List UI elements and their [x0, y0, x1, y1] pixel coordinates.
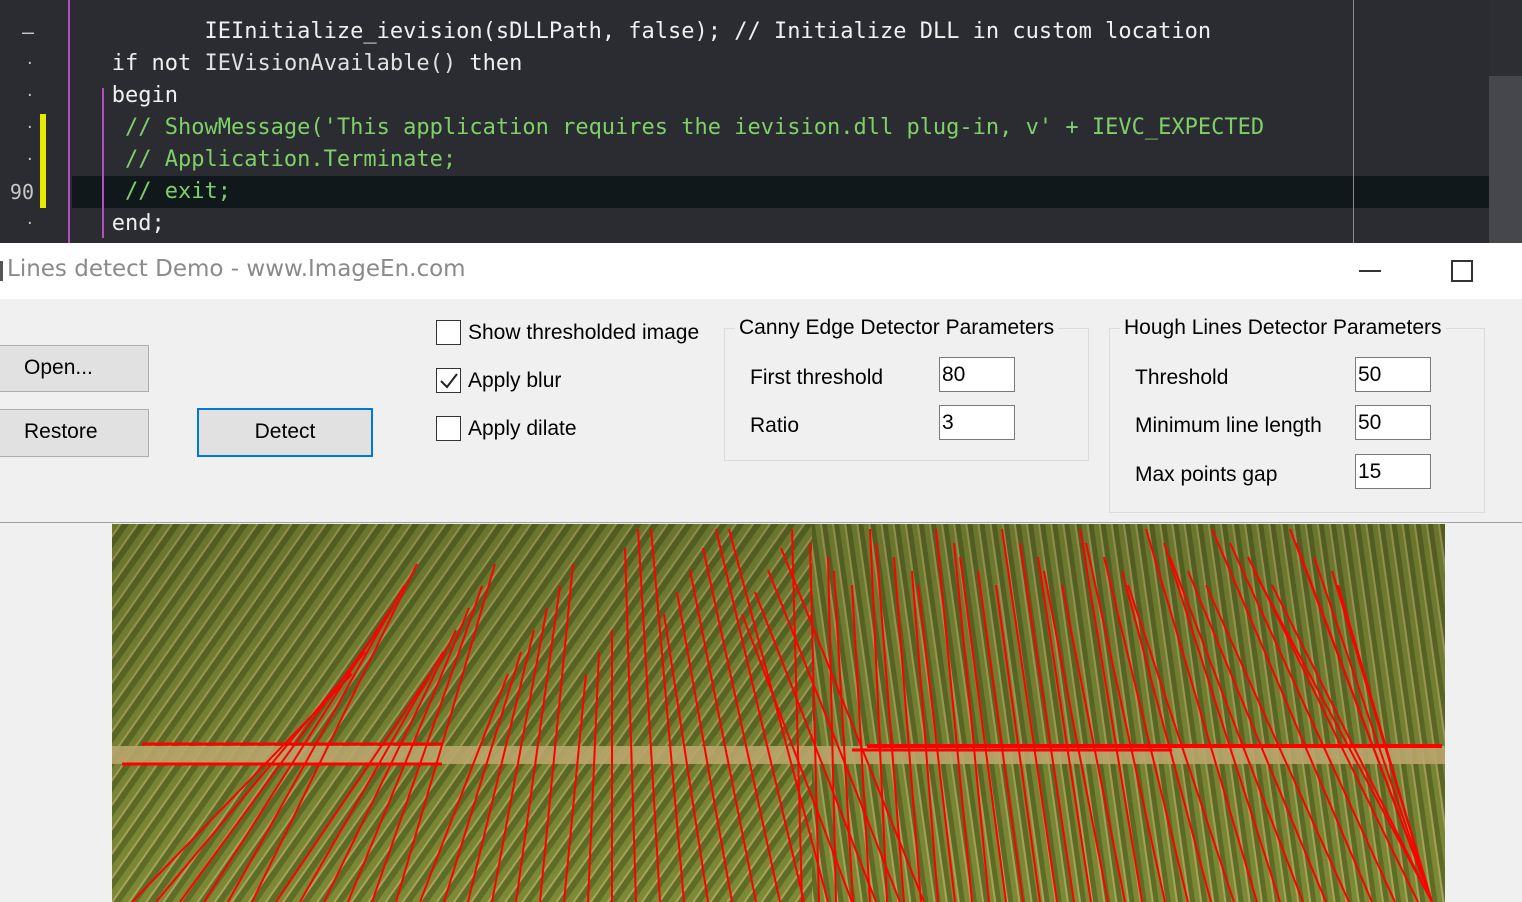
- show-thresholded-checkbox[interactable]: Show thresholded image: [436, 318, 721, 348]
- maximize-button[interactable]: [1438, 249, 1486, 293]
- canny-parameters-group: Canny Edge Detector Parameters First thr…: [724, 315, 1089, 461]
- min-line-length-input[interactable]: 50: [1355, 405, 1431, 440]
- code-comment: // Application.Terminate;: [124, 147, 457, 172]
- modified-lines-marker: [40, 114, 46, 208]
- checkmark-icon: [440, 373, 458, 389]
- code-fold-line: [68, 0, 70, 243]
- keyword-begin: begin: [111, 83, 178, 108]
- threshold-input[interactable]: 50: [1355, 357, 1431, 392]
- checkbox-box[interactable]: [436, 320, 461, 345]
- code-line: IEInitialize_ievision(sDLLPath, false); …: [72, 0, 1490, 44]
- open-button[interactable]: Open...: [0, 345, 149, 392]
- code-line: begin: [72, 80, 1490, 112]
- code-comment: // ShowMessage('This application require…: [124, 115, 1265, 140]
- code-editor[interactable]: – · · · · 90 · IEInitialize_ievision(sDL…: [0, 0, 1522, 243]
- code-line: if not IEVisionAvailable() then: [72, 48, 1490, 80]
- apply-dilate-checkbox[interactable]: Apply dilate: [436, 414, 636, 444]
- gutter-marker: ·: [25, 88, 34, 104]
- title-bar[interactable]: Lines detect Demo - www.ImageEn.com: [0, 243, 1522, 299]
- min-line-length-label: Minimum line length: [1135, 414, 1322, 437]
- gutter-marker: ·: [25, 152, 34, 168]
- function-call: IEVisionAvailable(): [204, 51, 457, 76]
- keyword-end: end;: [111, 211, 165, 236]
- checkbox-label: Apply dilate: [468, 417, 577, 440]
- code-line: // Application.Terminate;: [72, 144, 1490, 176]
- keyword-then: then: [469, 51, 523, 76]
- restore-button[interactable]: Restore: [0, 409, 149, 457]
- image-viewer[interactable]: [0, 523, 1522, 902]
- current-code-line: // exit;: [72, 176, 1490, 208]
- minimize-button[interactable]: [1346, 249, 1394, 293]
- block-structure-line: [102, 88, 104, 238]
- checkbox-label: Show thresholded image: [468, 321, 700, 344]
- gutter-marker: ·: [25, 56, 34, 72]
- gutter-marker: ·: [25, 120, 34, 136]
- scrollbar-track[interactable]: [1489, 0, 1522, 76]
- vineyard-image-with-detected-lines: [112, 524, 1445, 902]
- editor-gutter: – · · · · 90 ·: [0, 0, 48, 243]
- max-points-gap-label: Max points gap: [1135, 463, 1278, 486]
- checkbox-label: Apply blur: [468, 369, 562, 392]
- max-points-gap-input[interactable]: 15: [1355, 454, 1431, 489]
- code-line: end;: [72, 208, 1490, 240]
- checkbox-box-checked[interactable]: [436, 368, 461, 393]
- gutter-marker: ·: [25, 216, 34, 232]
- keyword-if: if: [111, 51, 139, 76]
- apply-blur-checkbox[interactable]: Apply blur: [436, 366, 636, 396]
- result-image: [112, 524, 1445, 902]
- client-area: Open... Restore Detect Show thresholded …: [0, 299, 1522, 902]
- scrollbar-thumb[interactable]: [1489, 76, 1522, 243]
- window-title: Lines detect Demo - www.ImageEn.com: [7, 256, 466, 282]
- keyword-not: not: [151, 51, 192, 76]
- detect-button[interactable]: Detect: [197, 408, 373, 457]
- app-icon: [0, 261, 3, 281]
- group-title: Canny Edge Detector Parameters: [735, 315, 1059, 341]
- ratio-input[interactable]: 3: [939, 405, 1015, 440]
- checkbox-box[interactable]: [436, 416, 461, 441]
- line-number: 90: [9, 180, 34, 204]
- demo-window: Lines detect Demo - www.ImageEn.com Open…: [0, 243, 1522, 902]
- code-text: IEInitialize_ievision(sDLLPath, false); …: [151, 19, 1212, 44]
- right-margin-line: [1353, 0, 1354, 243]
- code-line: // ShowMessage('This application require…: [72, 112, 1490, 144]
- first-threshold-label: First threshold: [750, 366, 884, 389]
- code-comment: // exit;: [124, 179, 231, 204]
- gutter-marker: –: [21, 20, 34, 44]
- dirt-road: [112, 746, 1445, 764]
- threshold-label: Threshold: [1135, 366, 1229, 389]
- code-area[interactable]: IEInitialize_ievision(sDLLPath, false); …: [72, 0, 1490, 243]
- ratio-label: Ratio: [750, 414, 800, 437]
- first-threshold-input[interactable]: 80: [939, 357, 1015, 392]
- group-title: Hough Lines Detector Parameters: [1120, 315, 1446, 341]
- hough-parameters-group: Hough Lines Detector Parameters Threshol…: [1109, 315, 1485, 513]
